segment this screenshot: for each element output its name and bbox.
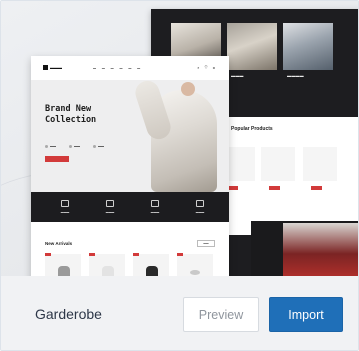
hero-title: Brand New Collection xyxy=(45,104,125,126)
mockup-navbar: ▬▬▬ ▬ ▬ ▬ ▬ ▬ ▬ ⌕ ♡ ◻ xyxy=(31,56,229,80)
lookbook-image xyxy=(283,23,333,70)
service-icon xyxy=(106,200,114,207)
add-to-cart-mini xyxy=(269,186,280,190)
arrival-tile xyxy=(45,254,81,276)
head-shape xyxy=(181,82,195,96)
services-band: ▬▬▬ ▬▬▬ ▬▬▬ ▬▬▬ xyxy=(31,192,229,222)
lookbook-caption: ▬▬▬ xyxy=(231,73,244,78)
mockup-logo-icon xyxy=(43,65,48,70)
theme-thumbnail[interactable]: ▬▬▬ ▬▬▬▬ Popular Products ▬▬▬ ▬ ▬ ▬ ▬ ▬ … xyxy=(1,1,358,276)
service-item: ▬▬▬ xyxy=(88,200,132,214)
lookbook-image xyxy=(227,23,277,70)
hero-cta xyxy=(45,156,69,162)
service-icon xyxy=(151,200,159,207)
import-button[interactable]: Import xyxy=(269,297,343,332)
hero-title-line: Brand New xyxy=(45,104,92,114)
theme-card-footer: Garderobe Preview Import xyxy=(1,276,358,350)
hero-feature: ▬▬ xyxy=(93,144,104,148)
view-all-mini: ▬▬ xyxy=(197,240,215,247)
thumbnail-front-page: ▬▬▬ ▬ ▬ ▬ ▬ ▬ ▬ ⌕ ♡ ◻ Brand New Collecti… xyxy=(31,56,229,276)
theme-name: Garderobe xyxy=(35,306,102,322)
sale-badge xyxy=(45,253,51,256)
hero-feature: ▬▬ xyxy=(45,144,56,148)
sale-badge xyxy=(133,253,139,256)
mockup-nav-icons: ⌕ ♡ ◻ xyxy=(197,65,217,70)
service-icon xyxy=(196,200,204,207)
mockup-menu: ▬ ▬ ▬ ▬ ▬ ▬ xyxy=(93,66,141,70)
service-item: ▬▬▬ xyxy=(133,200,177,214)
popular-products-title: Popular Products xyxy=(231,126,273,132)
service-icon xyxy=(61,200,69,207)
new-arrivals-title: New Arrivals xyxy=(45,241,73,246)
sale-badge xyxy=(177,253,183,256)
service-item: ▬▬▬ xyxy=(43,200,87,214)
lookbook-caption: ▬▬▬▬ xyxy=(287,73,304,78)
mockup-logo: ▬▬▬ xyxy=(50,65,62,70)
hero-feature: ▬▬ xyxy=(69,144,80,148)
hero-title-line: Collection xyxy=(45,115,97,125)
hero-model-image xyxy=(132,77,219,192)
promo-photo xyxy=(283,223,358,276)
sale-badge xyxy=(89,253,95,256)
product-tile xyxy=(303,147,337,181)
service-item: ▬▬▬ xyxy=(178,200,222,214)
add-to-cart-mini xyxy=(311,186,322,190)
arrival-tile xyxy=(89,254,125,276)
preview-button[interactable]: Preview xyxy=(183,297,259,332)
arrival-tile xyxy=(133,254,169,276)
theme-card: ▬▬▬ ▬▬▬▬ Popular Products ▬▬▬ ▬ ▬ ▬ ▬ ▬ … xyxy=(0,0,359,351)
product-tile xyxy=(261,147,295,181)
arrival-tile xyxy=(177,254,213,276)
